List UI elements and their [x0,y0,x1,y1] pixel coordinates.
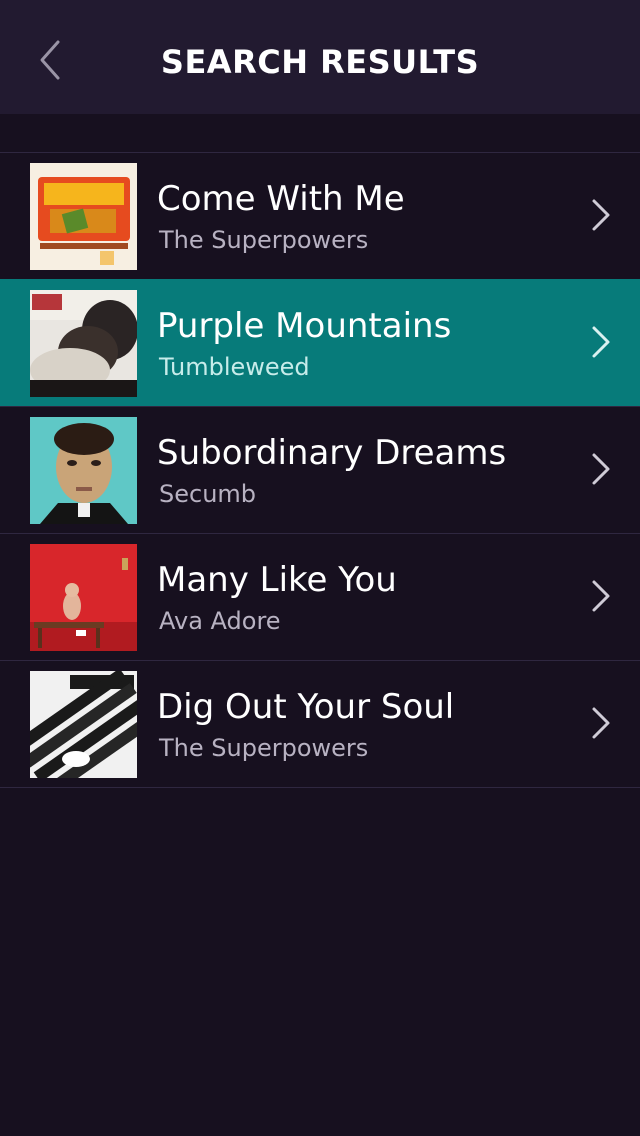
song-title: Come With Me [157,179,405,219]
album-art [30,544,137,651]
artist-name: Ava Adore [159,607,281,635]
chevron-right-icon [592,453,610,485]
song-title: Dig Out Your Soul [157,687,455,727]
song-title: Many Like You [157,560,397,600]
chevron-right-icon [592,580,610,612]
header-bar: SEARCH RESULTS [0,0,640,114]
chevron-right-icon [592,326,610,358]
app-screen: SEARCH RESULTS Come With Me The Superpow… [0,0,640,1136]
artist-name: The Superpowers [159,734,369,762]
artist-name: The Superpowers [159,226,369,254]
result-row[interactable]: Come With Me The Superpowers [0,152,640,279]
album-art [30,290,137,397]
result-row[interactable]: Dig Out Your Soul The Superpowers [0,660,640,788]
album-art [30,417,137,524]
chevron-right-icon [592,199,610,231]
result-row[interactable]: Subordinary Dreams Secumb [0,406,640,533]
song-title: Purple Mountains [157,306,452,346]
chevron-right-icon [592,707,610,739]
album-art [30,163,137,270]
result-row-selected[interactable]: Purple Mountains Tumbleweed [0,279,640,406]
song-title: Subordinary Dreams [157,433,507,473]
album-art [30,671,137,778]
artist-name: Secumb [159,480,257,508]
search-results-list: Come With Me The Superpowers Purple Moun… [0,152,640,788]
result-row[interactable]: Many Like You Ava Adore [0,533,640,660]
artist-name: Tumbleweed [159,353,310,381]
page-title: SEARCH RESULTS [160,43,480,81]
